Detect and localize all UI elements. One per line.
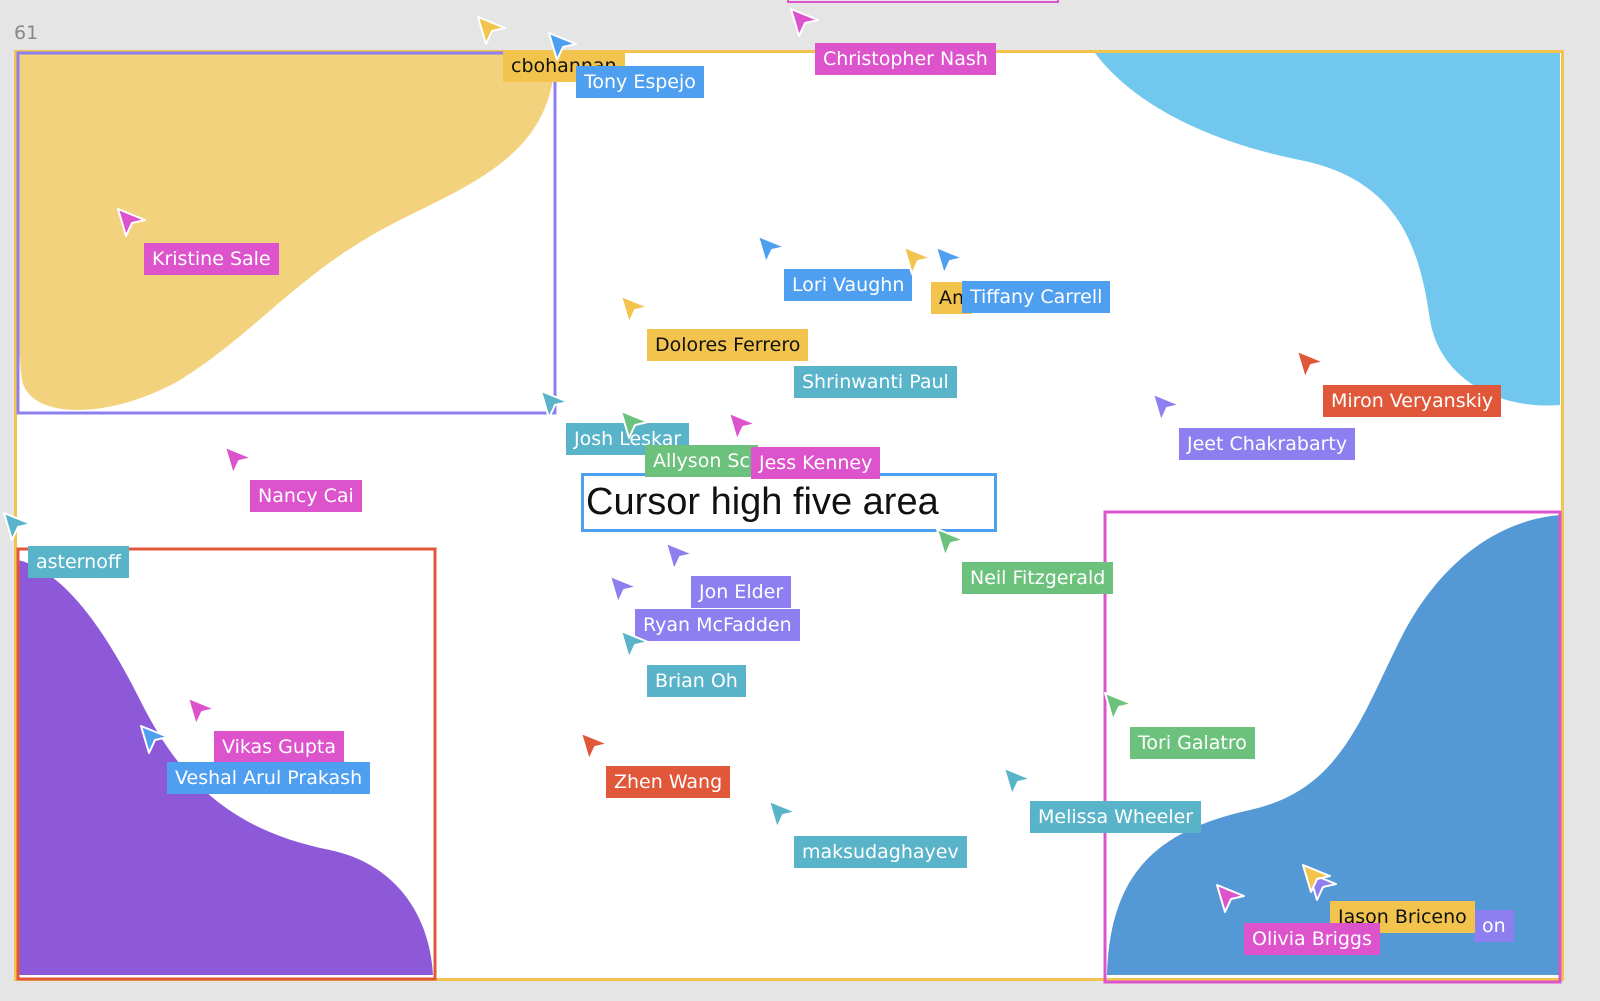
cursor-label-brian-oh: Brian Oh <box>647 665 746 697</box>
cursor-label-jess-kenney: Jess Kenney <box>751 447 881 479</box>
cursor-arrow-icon <box>117 208 146 237</box>
cursor-arrow-icon <box>790 8 819 37</box>
cursor-arrow-icon <box>224 446 253 475</box>
cursor-arrow-icon <box>936 528 965 557</box>
cursor-arrow-icon <box>1152 393 1181 422</box>
cursor-label-shrinwanti-paul: Shrinwanti Paul <box>794 366 957 398</box>
cursor-arrow-icon <box>768 800 797 829</box>
cursor-label-olivia-briggs: Olivia Briggs <box>1244 923 1380 955</box>
cursor-high-five-text[interactable]: Cursor high five area <box>581 473 997 532</box>
cursor-arrow-icon <box>548 32 577 61</box>
cursor-label-jeet-chakrabarty: Jeet Chakrabarty <box>1179 428 1356 460</box>
cursor-arrow-icon <box>620 295 649 324</box>
cursor-arrow-icon <box>580 732 609 761</box>
cursor-label-tiffany-carrell: Tiffany Carrell <box>962 281 1111 313</box>
cursor-label-kristine-sale: Kristine Sale <box>144 243 279 275</box>
cursor-label-on: on <box>1474 910 1514 942</box>
cursor-label-vikas-gupta: Vikas Gupta <box>214 731 345 763</box>
cursor-label-melissa-wheeler: Melissa Wheeler <box>1030 801 1202 833</box>
cursor-arrow-icon <box>1296 350 1325 379</box>
cursor-arrow-icon <box>540 390 569 419</box>
cursor-label-zhen-wang: Zhen Wang <box>606 766 731 798</box>
cursor-arrow-icon <box>187 697 216 726</box>
cursor-label-dolores-ferrero: Dolores Ferrero <box>647 329 809 361</box>
cursor-arrow-icon <box>609 575 638 604</box>
cursor-label-jon-elder: Jon Elder <box>691 576 792 608</box>
cursor-arrow-icon <box>3 512 32 541</box>
cursor-label-allyson-sc: Allyson Sc <box>645 445 758 477</box>
cursor-label-miron-veryanskiy: Miron Veryanskiy <box>1323 385 1502 417</box>
cursor-label-asternoff: asternoff <box>28 546 129 578</box>
cursor-arrow-icon <box>665 542 694 571</box>
cursor-label-tony-espejo: Tony Espejo <box>576 66 704 98</box>
cursor-label-tori-galatro: Tori Galatro <box>1130 727 1255 759</box>
cursor-arrow-icon <box>728 412 757 441</box>
cursor-label-neil-fitzgerald: Neil Fitzgerald <box>962 562 1114 594</box>
yellow-blob[interactable] <box>17 53 555 410</box>
cursor-label-veshal-arul-prakash: Veshal Arul Prakash <box>167 762 371 794</box>
cursor-arrow-icon <box>903 246 932 275</box>
cursor-arrow-icon <box>935 246 964 275</box>
cursor-label-ryan-mcfadden: Ryan McFadden <box>635 609 800 641</box>
cursor-arrow-icon <box>620 410 649 439</box>
cursor-arrow-icon <box>140 725 169 754</box>
cursor-arrow-icon <box>477 16 506 45</box>
cursor-label-nancy-cai: Nancy Cai <box>250 480 362 512</box>
cursor-arrow-icon <box>1302 864 1331 893</box>
cursor-arrow-icon <box>1216 884 1245 913</box>
cursor-label-christopher-nash: Christopher Nash <box>815 43 996 75</box>
cursor-arrow-icon <box>1104 692 1133 721</box>
cursor-arrow-icon <box>757 235 786 264</box>
cursor-arrow-icon <box>1003 767 1032 796</box>
cursor-label-lori-vaughn: Lori Vaughn <box>784 269 913 301</box>
cursor-label-maksudaghayev: maksudaghayev <box>794 836 967 868</box>
cursor-arrow-icon <box>620 630 649 659</box>
